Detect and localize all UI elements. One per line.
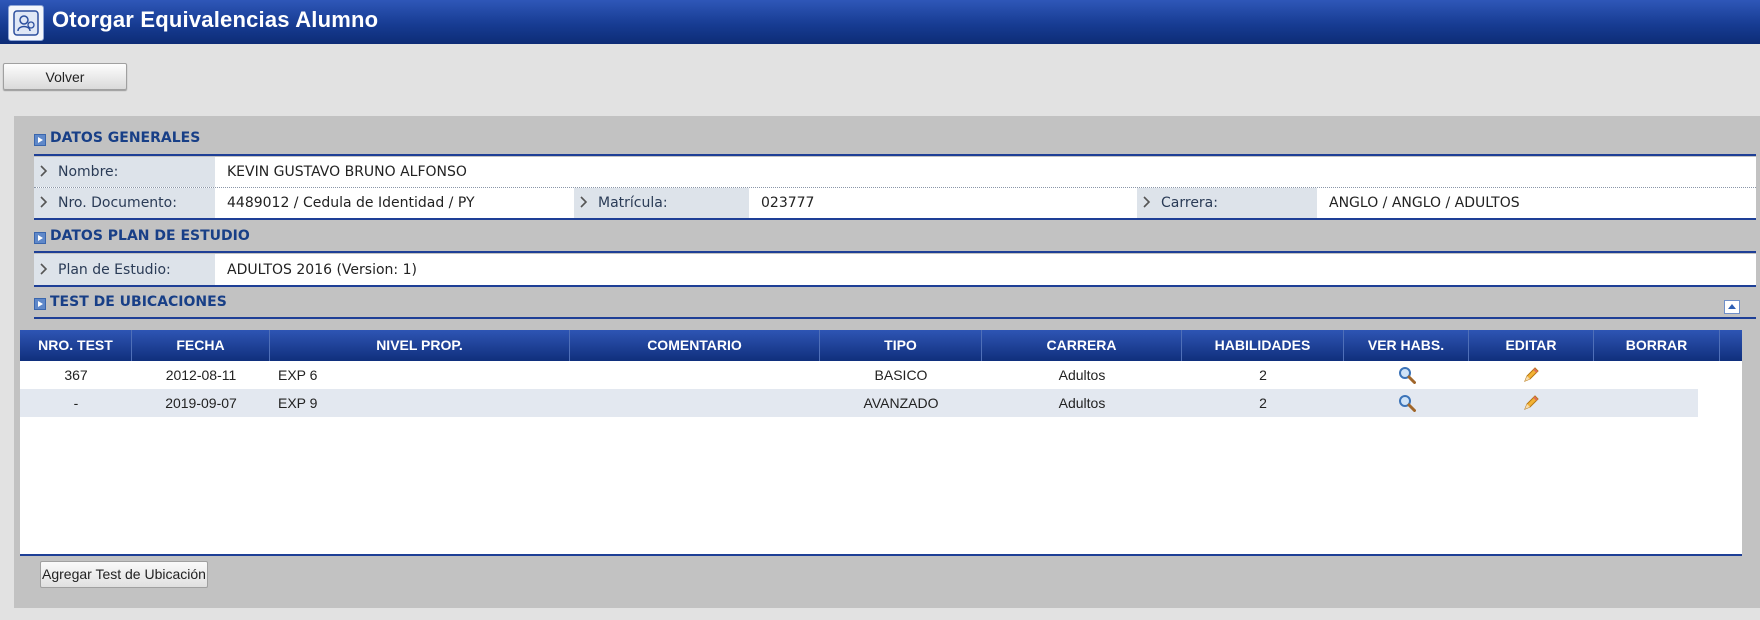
pencil-icon[interactable]	[1522, 366, 1540, 384]
plan-label: Plan de Estudio:	[34, 254, 215, 285]
cell-carrera: Adultos	[1058, 395, 1106, 411]
row-nombre: Nombre: KEVIN GUSTAVO BRUNO ALFONSO	[34, 157, 1756, 188]
col-editar[interactable]: EDITAR	[1469, 330, 1594, 361]
magnifier-icon[interactable]	[1398, 366, 1416, 384]
cell-tipo: AVANZADO	[863, 395, 939, 411]
chevron-right-icon	[40, 165, 48, 177]
matricula-label: Matrícula:	[574, 188, 749, 218]
cell-nivel-prop: EXP 9	[278, 395, 318, 411]
expand-arrow-icon	[34, 298, 46, 310]
collapse-up-icon[interactable]	[1724, 300, 1740, 314]
expand-arrow-icon	[34, 232, 46, 244]
cell-fecha: 2019-09-07	[165, 395, 237, 411]
chevron-right-icon	[40, 262, 48, 275]
col-ver-habs[interactable]: VER HABS.	[1344, 330, 1469, 361]
expand-arrow-icon	[34, 134, 46, 146]
row-documento: Nro. Documento: 4489012 / Cedula de Iden…	[34, 188, 1756, 218]
chevron-right-icon	[580, 196, 588, 208]
divider	[34, 218, 1756, 220]
col-nro-test[interactable]: NRO. TEST	[20, 330, 132, 361]
page-title: Otorgar Equivalencias Alumno	[52, 7, 379, 32]
col-tipo[interactable]: TIPO	[820, 330, 982, 361]
section-title: TEST DE UBICACIONES	[50, 294, 227, 310]
chevron-right-icon	[40, 196, 48, 208]
carrera-value: ANGLO / ANGLO / ADULTOS	[1329, 195, 1520, 211]
cell-nro-test: 367	[64, 367, 88, 383]
plan-value: ADULTOS 2016 (Version: 1)	[227, 261, 417, 278]
section-datos-generales[interactable]: DATOS GENERALES	[34, 128, 1744, 152]
nombre-label: Nombre:	[34, 157, 215, 187]
pencil-icon[interactable]	[1522, 394, 1540, 412]
documento-label: Nro. Documento:	[34, 188, 215, 218]
chevron-right-icon	[1143, 196, 1151, 208]
back-button[interactable]: Volver	[3, 63, 127, 90]
col-borrar[interactable]: BORRAR	[1594, 330, 1720, 361]
section-title: DATOS PLAN DE ESTUDIO	[50, 228, 250, 244]
tests-table: NRO. TEST FECHA NIVEL PROP. COMENTARIO T…	[20, 330, 1742, 556]
cell-habilidades: 2	[1259, 367, 1267, 383]
section-plan-estudio[interactable]: DATOS PLAN DE ESTUDIO	[34, 226, 1744, 250]
carrera-label: Carrera:	[1137, 188, 1317, 218]
magnifier-icon[interactable]	[1398, 394, 1416, 412]
cell-comentario	[570, 361, 820, 389]
table-row[interactable]: 367 2012-08-11 EXP 6 BASICO Adultos 2	[20, 361, 1698, 389]
cell-nivel-prop: EXP 6	[278, 367, 318, 383]
col-fecha[interactable]: FECHA	[132, 330, 270, 361]
cell-fecha: 2012-08-11	[165, 367, 237, 383]
app-icon	[8, 5, 44, 41]
row-plan: Plan de Estudio: ADULTOS 2016 (Version: …	[34, 254, 1756, 285]
divider	[34, 251, 1756, 253]
add-test-button[interactable]: Agregar Test de Ubicación	[40, 561, 208, 588]
cell-tipo: BASICO	[874, 367, 928, 383]
cell-comentario	[570, 389, 820, 417]
matricula-value: 023777	[761, 195, 815, 211]
nombre-value: KEVIN GUSTAVO BRUNO ALFONSO	[227, 164, 467, 180]
cell-nro-test: -	[73, 395, 79, 411]
documento-value: 4489012 / Cedula de Identidad / PY	[227, 195, 475, 211]
title-bar: Otorgar Equivalencias Alumno	[0, 0, 1760, 44]
divider	[34, 317, 1756, 319]
col-nivel-prop[interactable]: NIVEL PROP.	[270, 330, 570, 361]
table-header: NRO. TEST FECHA NIVEL PROP. COMENTARIO T…	[20, 330, 1742, 361]
col-comentario[interactable]: COMENTARIO	[570, 330, 820, 361]
divider	[34, 154, 1756, 156]
divider	[34, 285, 1756, 287]
section-title: DATOS GENERALES	[50, 130, 201, 146]
col-carrera[interactable]: CARRERA	[982, 330, 1182, 361]
section-test-ubicaciones[interactable]: TEST DE UBICACIONES	[34, 292, 1744, 316]
cell-habilidades: 2	[1259, 395, 1267, 411]
table-row[interactable]: - 2019-09-07 EXP 9 AVANZADO Adultos 2	[20, 389, 1698, 417]
col-habilidades[interactable]: HABILIDADES	[1182, 330, 1344, 361]
cell-carrera: Adultos	[1058, 367, 1106, 383]
